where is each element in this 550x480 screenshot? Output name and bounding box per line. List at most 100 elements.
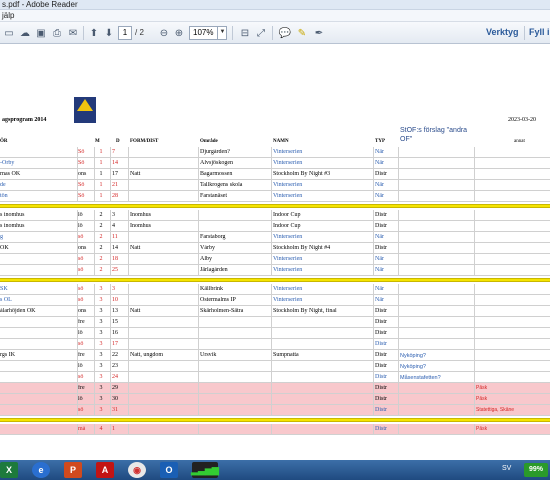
- cell-divider: [474, 180, 475, 191]
- cell-day: Sö: [78, 182, 85, 188]
- cell-divider: [94, 169, 95, 180]
- cell-divider: [94, 295, 95, 306]
- stof-column-header: StOF:s förslag "andra OF": [400, 127, 468, 143]
- fit-page-icon[interactable]: ⊟: [238, 26, 252, 40]
- page-number-input[interactable]: 1: [118, 26, 132, 40]
- cell-divider: [94, 158, 95, 169]
- email-icon[interactable]: ✉: [66, 26, 80, 40]
- cell-divider: [94, 265, 95, 276]
- cell-d: 25: [112, 267, 118, 273]
- cell-divider: [128, 158, 129, 169]
- cell-divider: [128, 350, 129, 361]
- cell-divider: [94, 284, 95, 295]
- cell-divider: [128, 339, 129, 350]
- cell-day: Sö: [78, 149, 85, 155]
- table-row: lö 3 16 Distr: [0, 328, 550, 339]
- cell-d: 24: [112, 374, 118, 380]
- battery-indicator[interactable]: 99%: [524, 463, 548, 477]
- cell-divider: [198, 372, 199, 383]
- cell-day: ons: [78, 308, 87, 314]
- cell-name: tön: [0, 193, 8, 199]
- print-icon[interactable]: ⎙: [50, 26, 64, 40]
- toolbar-separator: [272, 26, 273, 40]
- cell-day: lö: [78, 363, 83, 369]
- cell-typ: Distr: [375, 223, 387, 229]
- cell-divider: [398, 254, 399, 265]
- cell-divider: [198, 295, 199, 306]
- menu-help[interactable]: jälp: [2, 11, 14, 20]
- cell-divider: [373, 350, 374, 361]
- acrobat-icon[interactable]: A: [96, 462, 114, 478]
- cell-divider: [198, 350, 199, 361]
- cell-typ: Distr: [375, 245, 387, 251]
- signal-icon[interactable]: ▂▃▅▆: [191, 462, 219, 478]
- chevron-down-icon[interactable]: ▼: [217, 26, 227, 40]
- table-row: s inomhus lö 2 4 Inomhus Indoor Cup Distr: [0, 221, 550, 232]
- cell-omr: Skärholmen-Sätra: [200, 308, 244, 314]
- cell-divider: [474, 191, 475, 202]
- cell-divider: [198, 210, 199, 221]
- page-down-icon[interactable]: ⬇: [102, 26, 116, 40]
- cell-divider: [128, 394, 129, 405]
- cell-form: Natt: [130, 171, 141, 177]
- cell-divider: [110, 210, 111, 221]
- cell-form: Natt, ungdom: [130, 352, 163, 358]
- open-folder-icon[interactable]: ▭: [2, 26, 16, 40]
- cell-divider: [94, 210, 95, 221]
- table-row: sö 3 17 Distr: [0, 339, 550, 350]
- window-titlebar: s.pdf - Adobe Reader: [0, 0, 550, 10]
- cell-divider: [373, 169, 374, 180]
- header-form: FORM/DIST: [130, 139, 159, 144]
- cell-day: sö: [78, 267, 84, 273]
- cell-divider: [474, 317, 475, 328]
- zoom-out-icon[interactable]: ⊖: [157, 26, 171, 40]
- cell-m: 1: [99, 193, 103, 199]
- cell-divider: [110, 169, 111, 180]
- tools-button[interactable]: Verktyg: [486, 27, 519, 37]
- cell-divider: [198, 232, 199, 243]
- toolbar-separator: [83, 26, 84, 40]
- cell-divider: [398, 221, 399, 232]
- fullscreen-icon[interactable]: ⤢: [254, 26, 268, 40]
- cell-d: 17: [112, 171, 118, 177]
- ie-icon[interactable]: e: [32, 462, 50, 478]
- outlook-icon[interactable]: O: [160, 462, 178, 478]
- cell-divider: [373, 254, 374, 265]
- page-up-icon[interactable]: ⬆: [87, 26, 101, 40]
- cell-divider: [128, 361, 129, 372]
- cell-divider: [128, 191, 129, 202]
- cell-divider: [271, 243, 272, 254]
- cell-stof: Nyköping?: [400, 353, 426, 359]
- cell-divider: [128, 243, 129, 254]
- powerpoint-icon[interactable]: P: [64, 462, 82, 478]
- month-separator: [0, 204, 550, 208]
- comment-icon[interactable]: 💬: [278, 26, 292, 40]
- cell-d: 16: [112, 330, 118, 336]
- cell-divider: [110, 191, 111, 202]
- cell-divider: [271, 339, 272, 350]
- cell-divider: [474, 383, 475, 394]
- zoom-in-icon[interactable]: ⊕: [172, 26, 186, 40]
- language-indicator[interactable]: SV: [502, 465, 511, 472]
- cell-divider: [474, 394, 475, 405]
- table-row: g sö 2 11 Farstaborg Vinterserien När: [0, 232, 550, 243]
- document-view[interactable]: agsprogram 2014 2023-03-20 StOF:s försla…: [0, 45, 550, 460]
- cell-d: 14: [112, 245, 118, 251]
- excel-icon[interactable]: X: [0, 462, 18, 478]
- cell-namn: Stockholm By Night #3: [273, 171, 331, 177]
- sign-icon[interactable]: ✒: [312, 26, 326, 40]
- cell-day: lö: [78, 212, 83, 218]
- cell-divider: [128, 284, 129, 295]
- cell-divider: [373, 265, 374, 276]
- save-icon[interactable]: ▣: [34, 26, 48, 40]
- cell-omr: Tallkrogens skola: [200, 182, 243, 188]
- cell-typ: Distr: [375, 352, 387, 358]
- chrome-icon[interactable]: ◉: [128, 462, 146, 478]
- cell-d: 28: [112, 193, 118, 199]
- fill-sign-button[interactable]: Fyll i: [529, 27, 550, 37]
- cloud-icon[interactable]: ☁: [18, 26, 32, 40]
- highlight-icon[interactable]: ✎: [295, 26, 309, 40]
- cell-typ: När: [375, 256, 384, 262]
- cell-divider: [271, 147, 272, 158]
- cell-namn: Sumpnatta: [273, 352, 299, 358]
